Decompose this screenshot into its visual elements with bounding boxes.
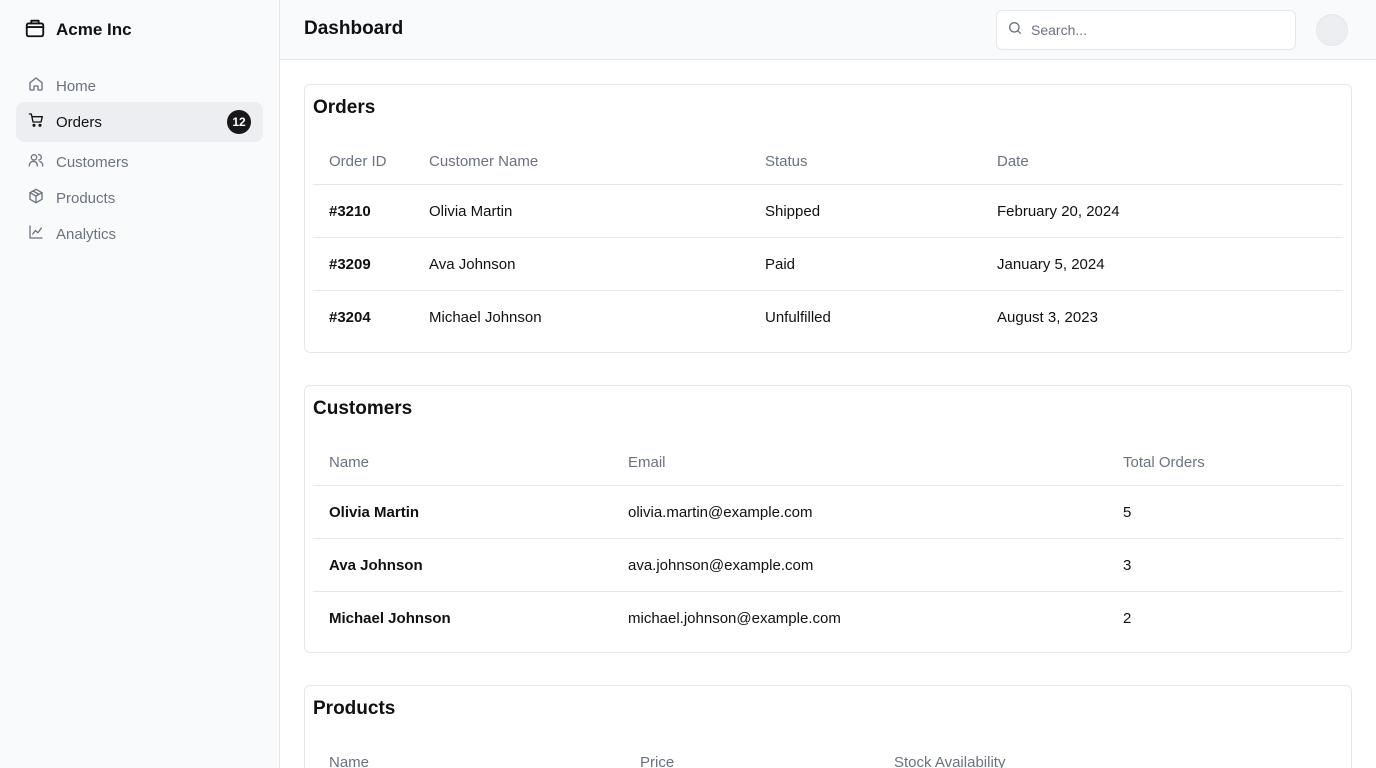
- total-orders-cell: 5: [1123, 503, 1132, 521]
- email-cell: olivia.martin@example.com: [628, 503, 813, 521]
- products-title: Products: [313, 698, 396, 719]
- column-header: Date: [997, 153, 1029, 170]
- column-header: Status: [765, 153, 808, 170]
- table-row[interactable]: #3210 Olivia Martin Shipped February 20,…: [313, 185, 1343, 238]
- table-row[interactable]: Ava Johnson ava.johnson@example.com 3: [313, 539, 1343, 592]
- order-id-cell: #3209: [329, 255, 371, 273]
- sidebar-item-orders[interactable]: Orders 12: [16, 102, 263, 142]
- date-cell: August 3, 2023: [997, 309, 1098, 326]
- customers-table: Name Email Total Orders Olivia Martin ol…: [313, 438, 1343, 645]
- customer-name-cell: Ava Johnson: [329, 556, 423, 574]
- column-header: Order ID: [329, 153, 387, 170]
- status-cell: Shipped: [765, 202, 821, 220]
- column-header: Name: [329, 754, 370, 768]
- cart-icon: [28, 112, 44, 132]
- order-id-cell: #3210: [329, 202, 371, 220]
- brand-name: Acme Inc: [56, 20, 132, 39]
- customer-name-cell: Michael Johnson: [329, 610, 451, 627]
- customers-card: Customers Name Email Total Orders Olivia…: [304, 385, 1352, 653]
- email-cell: michael.johnson@example.com: [628, 610, 841, 627]
- column-header: Email: [628, 454, 666, 471]
- sidebar-item-products[interactable]: Products: [16, 178, 263, 218]
- sidebar: Acme Inc Home Orders 12 Customers Produc…: [0, 0, 280, 768]
- home-icon: [28, 76, 44, 96]
- table-row[interactable]: Olivia Martin olivia.martin@example.com …: [313, 486, 1343, 539]
- search-input[interactable]: [1031, 22, 1271, 38]
- orders-table: Order ID Customer Name Status Date #3210…: [313, 137, 1343, 344]
- table-row[interactable]: Michael Johnson michael.johnson@example.…: [313, 592, 1343, 645]
- avatar[interactable]: [1316, 14, 1348, 46]
- column-header: Price: [640, 754, 675, 768]
- line-chart-icon: [28, 224, 44, 244]
- total-orders-cell: 2: [1123, 610, 1132, 627]
- customer-name-cell: Michael Johnson: [429, 309, 542, 326]
- table-row[interactable]: #3204 Michael Johnson Unfulfilled August…: [313, 291, 1343, 344]
- table-header-row: Order ID Customer Name Status Date: [313, 137, 1343, 185]
- sidebar-item-label: Home: [56, 77, 97, 95]
- status-cell: Unfulfilled: [765, 309, 831, 326]
- sidebar-item-label: Products: [56, 189, 116, 207]
- column-header: Stock Availability: [894, 754, 1006, 768]
- store-icon: [24, 17, 46, 44]
- column-header: Name: [329, 454, 370, 471]
- orders-title: Orders: [313, 97, 376, 118]
- sidebar-item-customers[interactable]: Customers: [16, 142, 263, 182]
- customer-name-cell: Ava Johnson: [429, 255, 516, 273]
- column-header: Total Orders: [1123, 454, 1205, 471]
- search-icon: [1007, 20, 1023, 41]
- orders-card: Orders Order ID Customer Name Status Dat…: [304, 84, 1352, 353]
- sidebar-item-home[interactable]: Home: [16, 66, 263, 106]
- column-header: Customer Name: [429, 153, 539, 170]
- sidebar-item-label: Orders: [56, 113, 102, 131]
- sidebar-nav: Home Orders 12 Customers Products Analyt…: [16, 66, 263, 250]
- email-cell: ava.johnson@example.com: [628, 556, 814, 574]
- status-cell: Paid: [765, 255, 796, 273]
- order-id-cell: #3204: [329, 309, 371, 326]
- brand[interactable]: Acme Inc: [24, 18, 132, 42]
- customer-name-cell: Olivia Martin: [329, 503, 420, 521]
- sidebar-item-label: Customers: [56, 153, 129, 171]
- customers-title: Customers: [313, 398, 413, 419]
- orders-count-badge: 12: [227, 110, 251, 134]
- sidebar-item-analytics[interactable]: Analytics: [16, 214, 263, 254]
- top-bar: Dashboard: [280, 0, 1376, 60]
- table-row[interactable]: #3209 Ava Johnson Paid January 5, 2024: [313, 238, 1343, 291]
- table-header-row: Name Price Stock Availability: [313, 738, 1343, 768]
- table-header-row: Name Email Total Orders: [313, 438, 1343, 486]
- total-orders-cell: 3: [1123, 556, 1132, 574]
- date-cell: February 20, 2024: [997, 202, 1120, 220]
- users-icon: [28, 152, 44, 172]
- products-table: Name Price Stock Availability: [313, 738, 1343, 768]
- package-icon: [28, 188, 44, 208]
- customer-name-cell: Olivia Martin: [429, 202, 513, 220]
- search-box[interactable]: [996, 10, 1296, 50]
- page-title: Dashboard: [304, 18, 404, 39]
- products-card: Products Name Price Stock Availability: [304, 685, 1352, 768]
- date-cell: January 5, 2024: [997, 255, 1105, 273]
- sidebar-item-label: Analytics: [56, 225, 117, 243]
